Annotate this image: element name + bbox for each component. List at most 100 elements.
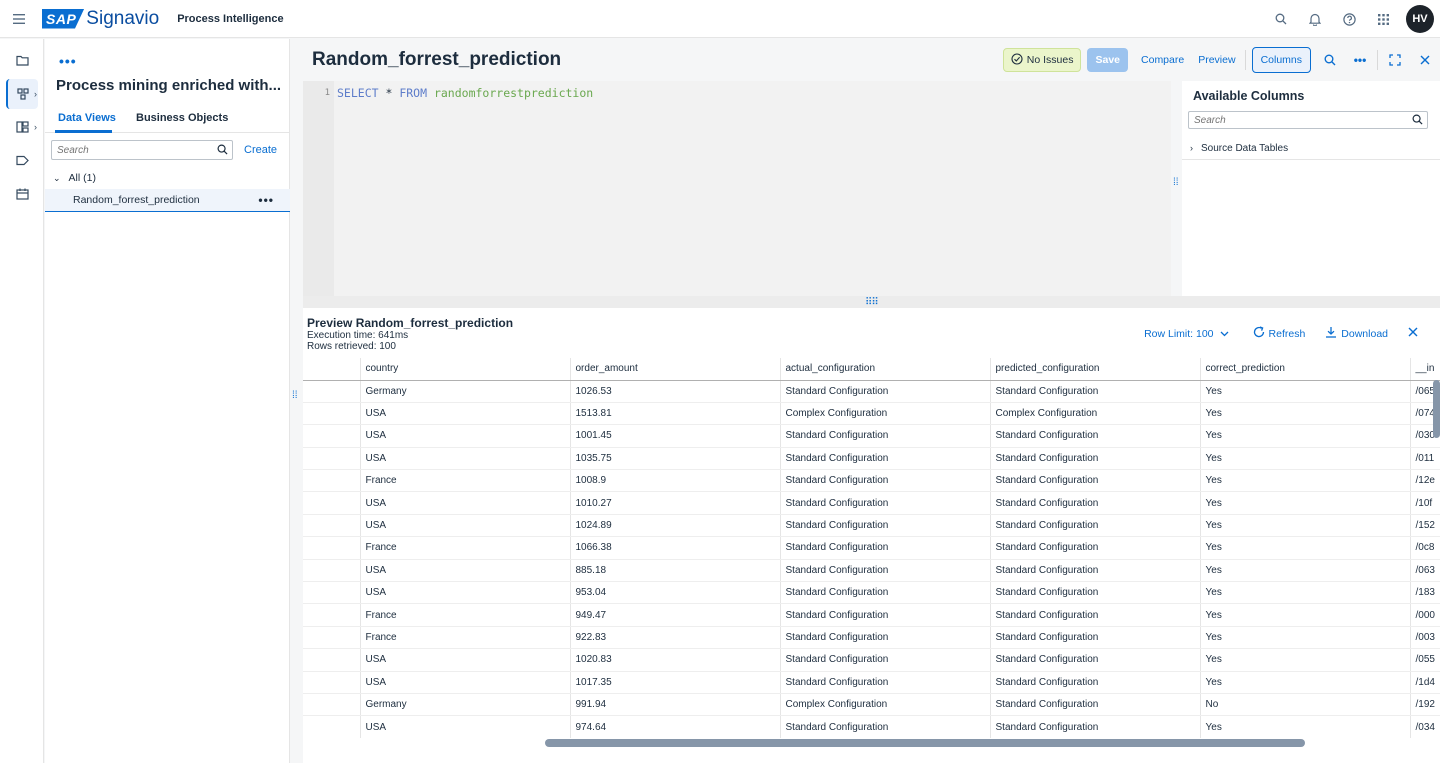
dashboard-icon[interactable]: ›	[6, 112, 38, 142]
columns-search-input[interactable]	[1189, 112, 1389, 129]
table-row[interactable]: USA 1024.89 Standard Configuration Standard…	[303, 514, 1440, 538]
refresh-button[interactable]: Refresh	[1253, 326, 1305, 341]
in-cell: /183	[1410, 581, 1440, 605]
status-label: No Issues	[1026, 54, 1074, 66]
actual-configuration-cell: Standard Configuration	[780, 380, 991, 403]
table-row[interactable]: USA 1017.35 Standard Configuration Standard…	[303, 671, 1440, 694]
order-amount-cell: 1066.38	[570, 536, 781, 560]
download-button[interactable]: Download	[1325, 326, 1388, 341]
predicted-configuration-cell: Standard Configuration	[990, 491, 1201, 515]
table-row[interactable]: USA 953.04 Standard Configuration Standard …	[303, 581, 1440, 605]
country-cell: USA	[360, 514, 571, 538]
table-row[interactable]: USA 1010.27 Standard Configuration Standard…	[303, 491, 1440, 515]
vertical-scrollbar[interactable]	[1433, 380, 1440, 438]
create-button[interactable]: Create	[244, 144, 277, 156]
table-row[interactable]: USA 1001.45 Standard Configuration Standard…	[303, 424, 1440, 448]
country-cell: USA	[360, 581, 571, 605]
chevron-down-icon[interactable]: ⌄	[53, 173, 61, 184]
column-header-actual-configuration[interactable]: actual_configuration	[780, 358, 991, 381]
table-row[interactable]: France 922.83 Standard Configuration Standa…	[303, 626, 1440, 650]
calendar-icon[interactable]	[6, 179, 38, 209]
columns-toggle-button[interactable]: Columns	[1251, 47, 1311, 73]
tree-item-random-forrest-prediction[interactable]: Random_forrest_prediction •••	[45, 189, 290, 212]
correct-prediction-cell: Yes	[1200, 491, 1411, 515]
compare-button[interactable]: Compare	[1134, 54, 1191, 66]
search-icon[interactable]	[1412, 114, 1423, 128]
search-icon[interactable]	[1264, 2, 1298, 36]
chevron-right-icon[interactable]: ›	[1190, 143, 1193, 153]
table-row[interactable]: Germany 1026.53 Standard Configuration Stan…	[303, 380, 1440, 403]
column-header-country[interactable]: country	[360, 358, 571, 381]
in-cell: /055	[1410, 648, 1440, 672]
row-index-cell	[303, 648, 361, 672]
drag-handle-icon[interactable]: ⠿⠿	[865, 297, 879, 308]
execution-time: Execution time: 641ms	[307, 330, 409, 341]
drag-handle-icon[interactable]: ⁞⁞	[292, 391, 298, 401]
row-limit-select[interactable]: Row Limit: 100	[1144, 328, 1232, 340]
column-header-predicted-configuration[interactable]: predicted_configuration	[990, 358, 1201, 381]
fullscreen-icon[interactable]	[1380, 47, 1410, 73]
hamburger-menu-icon[interactable]	[0, 0, 38, 38]
preview-data-grid[interactable]: country order_amount actual_configuratio…	[303, 358, 1440, 738]
more-options-icon[interactable]: •••	[1345, 47, 1375, 73]
horizontal-splitter[interactable]: ⠿⠿	[303, 296, 1440, 308]
app-grid-icon[interactable]	[1366, 2, 1400, 36]
order-amount-cell: 953.04	[570, 581, 781, 605]
tree-node-label: All (1)	[68, 172, 96, 184]
predicted-configuration-cell: Standard Configuration	[990, 671, 1201, 694]
sql-code-line[interactable]: SELECT * FROM randomforrestprediction	[337, 86, 593, 100]
preview-button[interactable]: Preview	[1191, 54, 1242, 66]
table-row[interactable]: USA 1020.83 Standard Configuration Standard…	[303, 648, 1440, 672]
line-number: 1	[324, 88, 330, 98]
table-row[interactable]: USA 1513.81 Complex Configuration Complex C…	[303, 402, 1440, 426]
bell-icon[interactable]	[1298, 2, 1332, 36]
column-header-order-amount[interactable]: order_amount	[570, 358, 781, 381]
column-header-in[interactable]: __in	[1410, 358, 1440, 381]
actual-configuration-cell: Standard Configuration	[780, 603, 991, 627]
source-data-tables-label: Source Data Tables	[1201, 142, 1289, 154]
table-row[interactable]: USA 1035.75 Standard Configuration Standard…	[303, 447, 1440, 471]
help-icon[interactable]	[1332, 2, 1366, 36]
search-input[interactable]	[52, 141, 202, 159]
search-icon[interactable]	[217, 144, 228, 158]
table-row[interactable]: France 949.47 Standard Configuration Standa…	[303, 603, 1440, 627]
actual-configuration-cell: Complex Configuration	[780, 693, 991, 717]
user-avatar[interactable]: HV	[1406, 5, 1434, 33]
status-badge[interactable]: No Issues	[1002, 48, 1082, 72]
search-icon[interactable]	[1315, 47, 1345, 73]
toolbar-separator	[1377, 50, 1378, 70]
save-button[interactable]: Save	[1087, 48, 1129, 72]
process-data-icon[interactable]: ›	[6, 79, 38, 109]
tree-node-all[interactable]: ⌄ All (1)	[53, 172, 96, 184]
sql-code-editor[interactable]: 1 SELECT * FROM randomforrestprediction	[303, 81, 1171, 296]
tag-icon[interactable]	[6, 145, 38, 175]
drag-handle-icon[interactable]: ⁞⁞	[1173, 178, 1179, 188]
column-header[interactable]	[303, 358, 361, 381]
actual-configuration-cell: Standard Configuration	[780, 715, 991, 738]
vertical-splitter[interactable]: ⁞⁞	[1171, 81, 1182, 296]
table-row[interactable]: USA 974.64 Standard Configuration Standard …	[303, 715, 1440, 738]
data-view-search-field[interactable]	[51, 140, 233, 160]
country-cell: Germany	[360, 380, 571, 403]
folder-icon[interactable]	[6, 45, 38, 75]
tab-data-views[interactable]: Data Views	[58, 112, 116, 124]
item-more-options-icon[interactable]: •••	[258, 193, 274, 207]
column-header-correct-prediction[interactable]: correct_prediction	[1200, 358, 1411, 381]
table-row[interactable]: France 1008.9 Standard Configuration Standa…	[303, 469, 1440, 493]
close-preview-button[interactable]	[1408, 327, 1422, 340]
correct-prediction-cell: Yes	[1200, 447, 1411, 471]
tab-business-objects[interactable]: Business Objects	[136, 112, 228, 124]
actual-configuration-cell: Standard Configuration	[780, 626, 991, 650]
country-cell: France	[360, 536, 571, 560]
sap-signavio-logo[interactable]: SAP Signavio	[42, 8, 159, 30]
table-row[interactable]: France 1066.38 Standard Configuration Stand…	[303, 536, 1440, 560]
close-icon[interactable]	[1410, 47, 1440, 73]
source-data-tables-node[interactable]: › Source Data Tables	[1182, 137, 1440, 160]
country-cell: USA	[360, 424, 571, 448]
more-options-icon[interactable]: •••	[59, 53, 77, 69]
horizontal-scrollbar[interactable]	[545, 739, 1305, 747]
table-row[interactable]: Germany 991.94 Complex Configuration Standa…	[303, 693, 1440, 717]
table-row[interactable]: USA 885.18 Standard Configuration Standard …	[303, 559, 1440, 583]
order-amount-cell: 1010.27	[570, 491, 781, 515]
columns-search-field[interactable]	[1188, 111, 1428, 129]
